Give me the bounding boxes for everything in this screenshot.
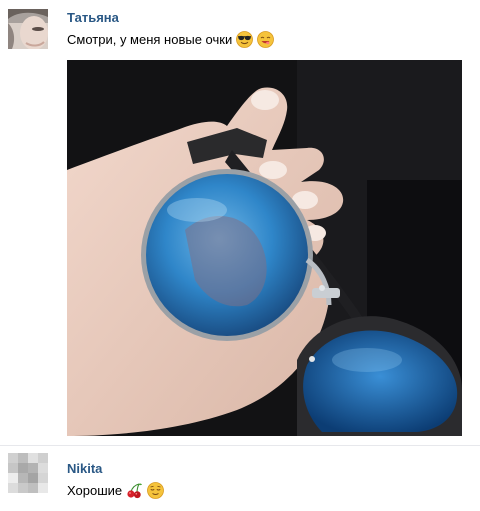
avatar-tatyana[interactable]	[8, 9, 48, 49]
sunglasses-emoji-icon	[236, 31, 254, 48]
message-text-label: Хорошие	[67, 483, 123, 498]
smiling-emoji-icon	[257, 31, 275, 48]
message-text: Смотри, у меня новые очки	[67, 31, 275, 48]
author-name[interactable]: Nikita	[67, 461, 102, 476]
message-text-label: Смотри, у меня новые очки	[67, 32, 233, 47]
chat-history: Татьяна Смотри, у меня новые очки Nikita…	[0, 0, 480, 511]
relieved-emoji-icon	[147, 482, 165, 499]
author-name[interactable]: Татьяна	[67, 10, 119, 25]
message-item: Nikita Хорошие	[0, 445, 480, 511]
message-text: Хорошие	[67, 482, 165, 499]
photo-sunglasses-in-hand[interactable]	[67, 60, 462, 436]
cherries-emoji-icon	[126, 482, 143, 499]
avatar-nikita[interactable]	[8, 453, 48, 493]
message-item: Татьяна Смотри, у меня новые очки	[0, 0, 480, 445]
